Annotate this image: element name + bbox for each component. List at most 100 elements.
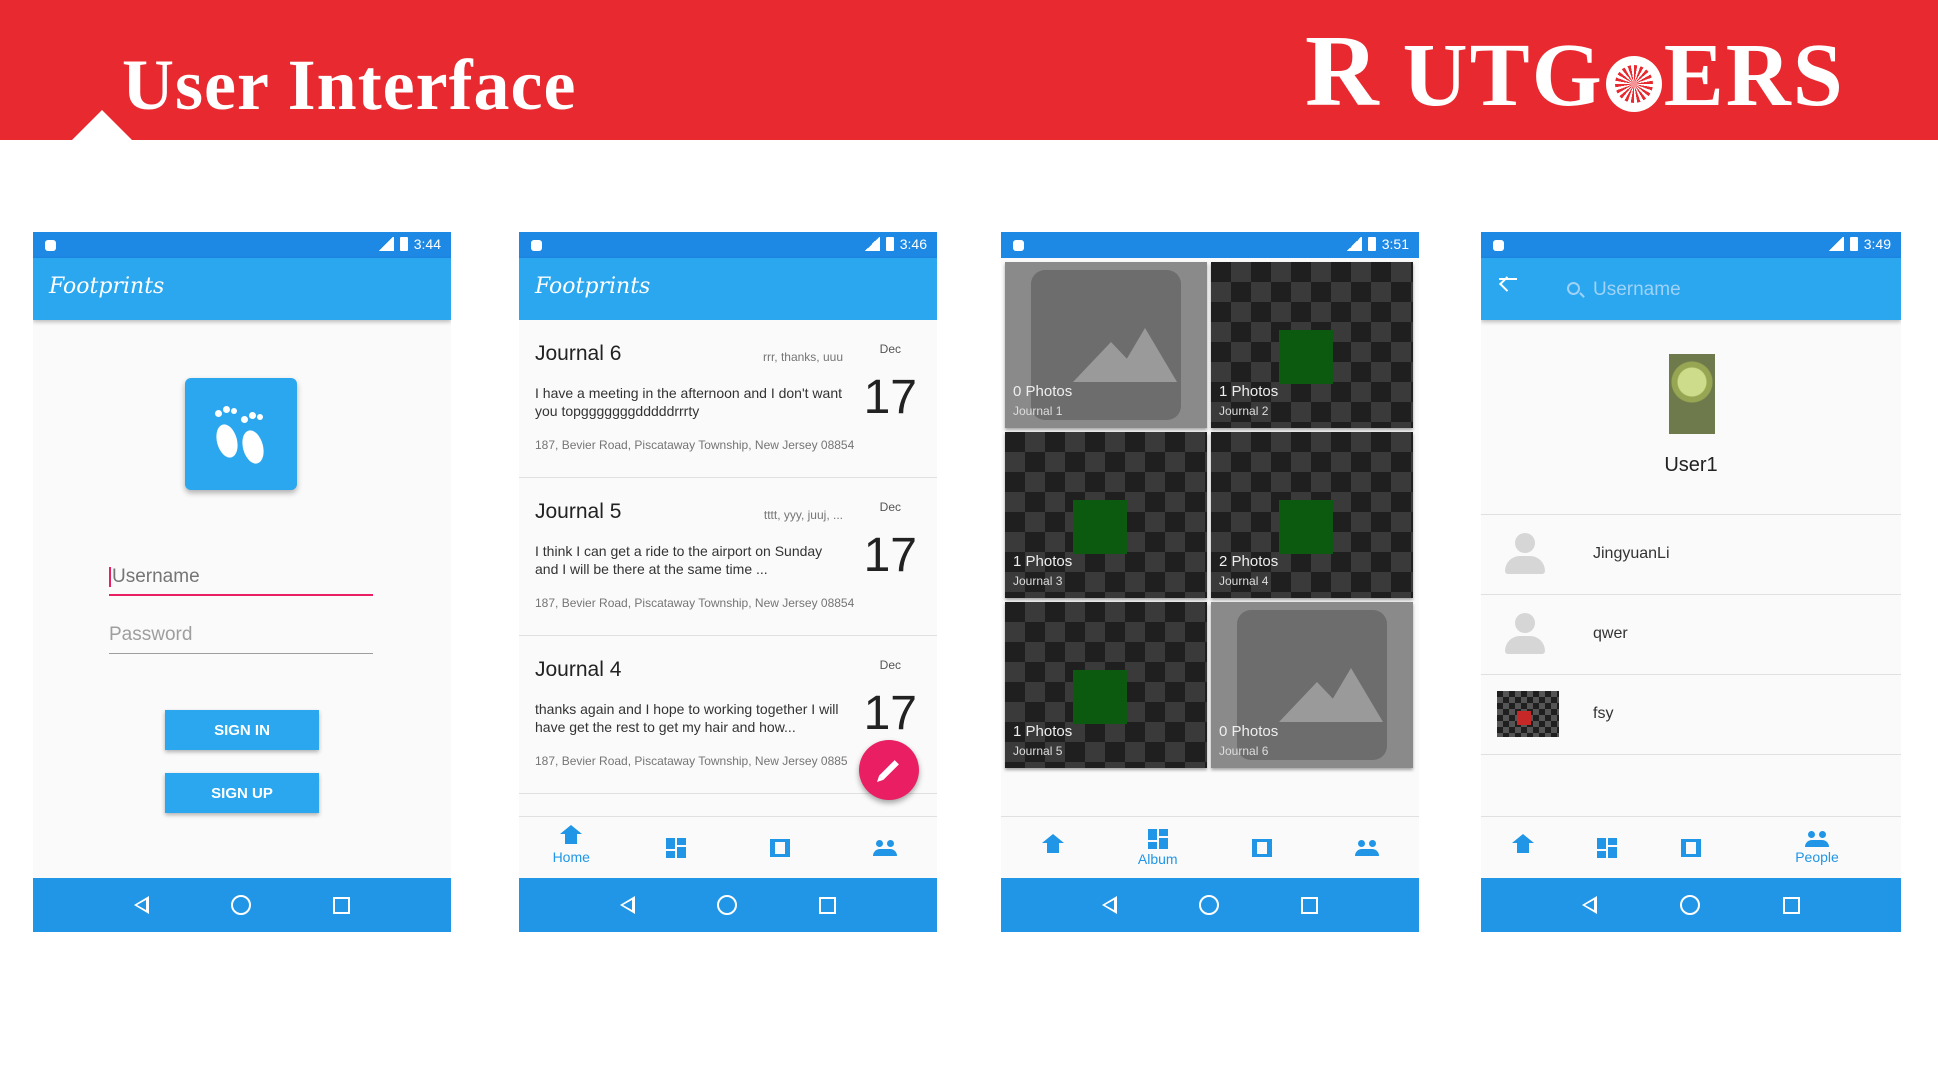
status-icons: 3:49: [1827, 236, 1891, 252]
username-placeholder: Username: [112, 566, 200, 587]
app-bar: Footprints: [33, 258, 451, 320]
album-thumbnail: [1279, 500, 1333, 554]
tab-label: Home: [552, 848, 590, 865]
sign-in-button[interactable]: SIGN IN: [165, 710, 319, 750]
password-placeholder: Password: [109, 624, 193, 645]
journal-excerpt: thanks again and I hope to working toget…: [535, 701, 839, 735]
album-icon: [1597, 837, 1617, 858]
tab-map[interactable]: [1210, 817, 1315, 878]
album-cell[interactable]: 2 Photos Journal 4: [1211, 432, 1413, 598]
person-name: qwer: [1593, 625, 1628, 642]
tab-album[interactable]: [1565, 817, 1649, 878]
app-title: Footprints: [535, 274, 651, 299]
profile-avatar[interactable]: [1669, 354, 1715, 434]
person-row[interactable]: fsy: [1481, 675, 1901, 755]
status-bar: 3:51: [1001, 232, 1419, 258]
tab-map[interactable]: [728, 817, 833, 878]
journal-excerpt: I think I can get a ride to the airport …: [535, 543, 823, 577]
status-bar: 3:49: [1481, 232, 1901, 258]
battery-icon: [1849, 237, 1858, 251]
album-thumbnail: [1279, 330, 1333, 384]
tab-label: People: [1795, 848, 1839, 865]
status-time: 3:51: [1381, 236, 1409, 252]
footprints-icon: [212, 400, 269, 468]
back-arrow-icon[interactable]: [1499, 278, 1517, 280]
tab-people[interactable]: [1315, 817, 1420, 878]
tab-map[interactable]: [1649, 817, 1733, 878]
journal-tags: rrr, thanks, uuu: [762, 350, 843, 364]
tab-home[interactable]: Home: [519, 817, 624, 878]
journal-card[interactable]: Journal 5 tttt, yyy, juuj, ... I think I…: [519, 478, 937, 636]
back-icon[interactable]: [134, 896, 149, 914]
tab-album[interactable]: [624, 817, 729, 878]
album-cell[interactable]: 1 Photos Journal 5: [1005, 602, 1207, 768]
album-journal-name: Journal 4: [1219, 574, 1269, 588]
user-avatar-image: [1497, 691, 1559, 737]
album-cell[interactable]: 1 Photos Journal 2: [1211, 262, 1413, 428]
journal-list: Journal 6 rrr, thanks, uuu I have a meet…: [519, 320, 937, 816]
journal-address: 187, Bevier Road, Piscataway Township, N…: [535, 754, 848, 768]
tab-home[interactable]: [1001, 817, 1106, 878]
album-cell[interactable]: 1 Photos Journal 3: [1005, 432, 1207, 598]
person-row[interactable]: qwer: [1481, 595, 1901, 675]
slide-title: User Interface: [122, 45, 577, 125]
back-icon[interactable]: [620, 896, 635, 914]
status-time: 3:44: [413, 236, 441, 252]
journal-month: Dec: [879, 658, 901, 672]
journal-card[interactable]: Journal 6 rrr, thanks, uuu I have a meet…: [519, 320, 937, 478]
home-circle-icon[interactable]: [1679, 895, 1700, 915]
home-circle-icon[interactable]: [1199, 895, 1219, 915]
password-field[interactable]: Password: [109, 618, 373, 654]
signal-icon: [863, 237, 880, 251]
notification-icon: [531, 240, 542, 251]
album-cell[interactable]: 0 Photos Journal 1: [1005, 262, 1207, 428]
tab-people[interactable]: People: [1733, 817, 1901, 878]
back-icon[interactable]: [1102, 896, 1117, 914]
status-time: 3:46: [899, 236, 927, 252]
home-circle-icon[interactable]: [231, 895, 251, 915]
logo-text-a: UTG: [1402, 26, 1604, 125]
person-row[interactable]: JingyuanLi: [1481, 515, 1901, 595]
map-icon: [1252, 838, 1273, 857]
back-icon[interactable]: [1582, 896, 1598, 914]
person-name: fsy: [1593, 705, 1614, 722]
android-nav-bar: [1481, 878, 1901, 932]
recent-apps-icon[interactable]: [1782, 896, 1800, 914]
journal-month: Dec: [879, 500, 901, 514]
album-photo-count: 0 Photos: [1013, 383, 1073, 400]
journal-excerpt: I have a meeting in the afternoon and I …: [535, 385, 842, 419]
album-photo-count: 1 Photos: [1013, 553, 1073, 570]
tab-people[interactable]: [833, 817, 938, 878]
sign-up-button[interactable]: SIGN UP: [165, 773, 319, 813]
user-search-input[interactable]: [1593, 276, 1853, 304]
recent-apps-icon[interactable]: [1301, 896, 1318, 914]
map-icon: [1681, 838, 1701, 857]
bottom-tab-bar: Album: [1001, 816, 1419, 878]
android-nav-bar: [1001, 878, 1419, 932]
album-journal-name: Journal 6: [1219, 744, 1269, 758]
recent-apps-icon[interactable]: [819, 896, 836, 914]
journal-title: Journal 5: [535, 500, 622, 523]
battery-icon: [885, 237, 894, 251]
phone-login-screen: 3:44 Footprints Username Password SIGN I…: [33, 232, 451, 932]
album-journal-name: Journal 3: [1013, 574, 1063, 588]
battery-icon: [1367, 237, 1376, 251]
notification-icon: [1013, 240, 1024, 251]
album-thumbnail: [1073, 500, 1127, 554]
battery-icon: [399, 237, 408, 251]
notification-icon: [1493, 240, 1504, 251]
tab-album[interactable]: Album: [1106, 817, 1211, 878]
album-photo-count: 0 Photos: [1219, 723, 1279, 740]
new-journal-button[interactable]: [859, 740, 919, 800]
home-circle-icon[interactable]: [717, 895, 737, 915]
signal-icon: [377, 237, 394, 251]
album-photo-count: 1 Photos: [1013, 723, 1073, 740]
rutgers-logo: R UTG ERS: [1305, 21, 1845, 123]
username-field[interactable]: Username: [109, 560, 373, 596]
tab-home[interactable]: [1481, 817, 1565, 878]
status-bar: 3:46: [519, 232, 937, 258]
profile-username: User1: [1664, 454, 1718, 476]
recent-apps-icon[interactable]: [333, 896, 350, 914]
album-cell[interactable]: 0 Photos Journal 6: [1211, 602, 1413, 768]
logo-wordmark: UTG ERS: [1403, 30, 1845, 122]
